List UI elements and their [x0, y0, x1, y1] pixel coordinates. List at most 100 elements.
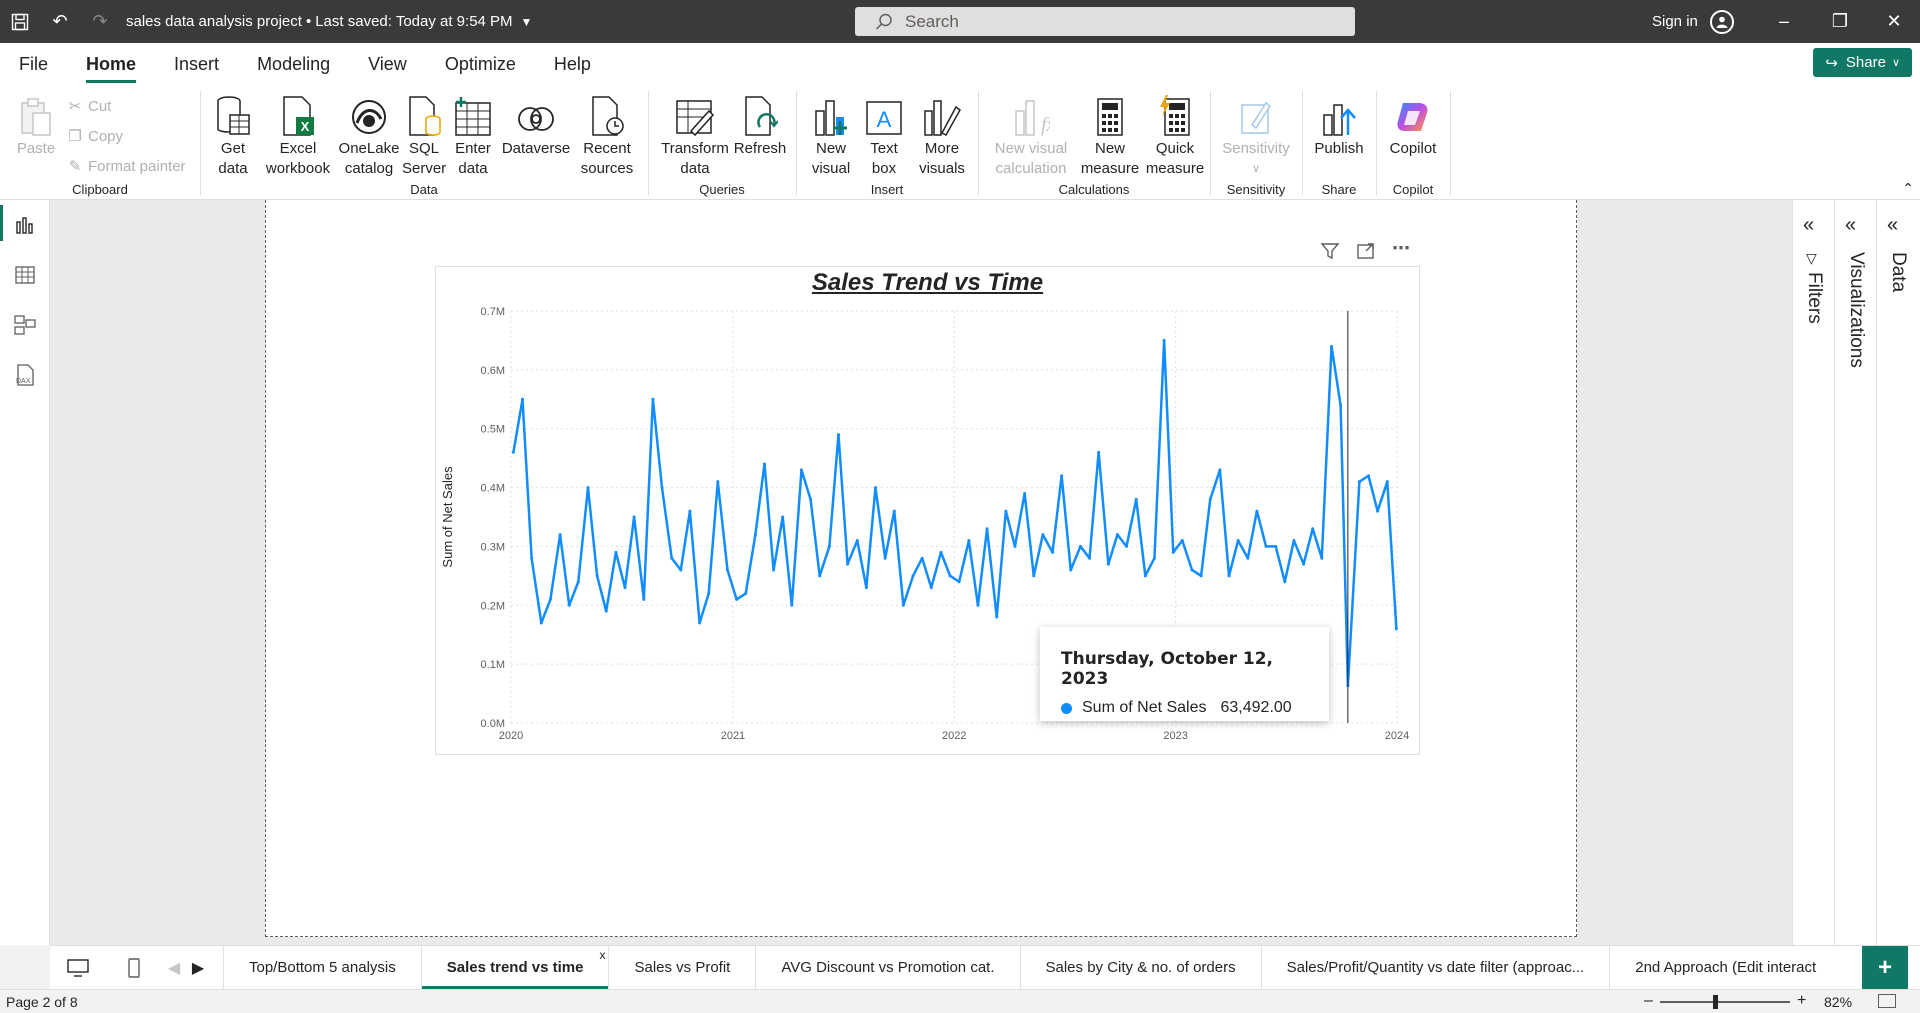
- fit-to-page-icon[interactable]: [1878, 994, 1896, 1008]
- format-painter-button[interactable]: ✎ Format painter: [66, 157, 186, 176]
- copilot-group: Copilot Copilot: [1376, 89, 1450, 199]
- tab-sales-trend[interactable]: Sales trend vs time x: [421, 946, 610, 989]
- recent-sources-button[interactable]: Recent sources: [572, 93, 642, 179]
- data-point: [1357, 480, 1361, 484]
- data-point: [670, 556, 674, 560]
- share-button[interactable]: ↪ Share ∨: [1813, 48, 1912, 77]
- data-point: [725, 568, 729, 572]
- scroll-right-icon[interactable]: ▶: [186, 946, 210, 989]
- focus-mode-icon[interactable]: [1356, 241, 1376, 266]
- data-point: [688, 509, 692, 513]
- data-point: [1088, 556, 1092, 560]
- status-bar: Page 2 of 8 – + 82%: [0, 989, 1920, 1013]
- file-title[interactable]: sales data analysis project: [126, 13, 302, 30]
- scroll-left-icon[interactable]: ◀: [162, 946, 186, 989]
- copilot-button[interactable]: Copilot: [1380, 93, 1446, 159]
- sql-server-button[interactable]: SQL Server: [402, 93, 446, 179]
- sensitivity-button[interactable]: Sensitivity ∨: [1216, 93, 1296, 179]
- close-icon[interactable]: ✕: [1866, 0, 1920, 43]
- side-panes: « ▽ Filters « Visualizations « Data: [1792, 200, 1920, 945]
- data-point: [595, 574, 599, 578]
- data-point: [920, 556, 924, 560]
- desktop-layout-icon[interactable]: [50, 946, 106, 989]
- quick-measure-button[interactable]: Quick measure: [1144, 93, 1206, 179]
- mobile-layout-icon[interactable]: [106, 946, 162, 989]
- tab-sales-vs-profit[interactable]: Sales vs Profit: [609, 946, 757, 989]
- filters-pane[interactable]: « ▽ Filters: [1792, 200, 1832, 945]
- dataverse-button[interactable]: Dataverse: [500, 93, 572, 159]
- menu-optimize[interactable]: Optimize: [426, 43, 535, 85]
- menu-file[interactable]: File: [0, 43, 67, 85]
- collapse-ribbon-icon[interactable]: ⌃: [1902, 180, 1914, 197]
- tab-2nd-approach[interactable]: 2nd Approach (Edit interact: [1610, 946, 1816, 989]
- undo-icon[interactable]: ↶: [40, 0, 80, 43]
- data-point: [864, 586, 868, 590]
- excel-workbook-button[interactable]: X Excel workbook: [262, 93, 334, 179]
- search-input[interactable]: Search: [855, 7, 1355, 36]
- tab-sales-by-city[interactable]: Sales by City & no. of orders: [1021, 946, 1262, 989]
- data-point: [1041, 533, 1045, 537]
- minimize-icon[interactable]: –: [1756, 0, 1812, 43]
- more-options-icon[interactable]: ⋯: [1392, 239, 1410, 266]
- menu-insert[interactable]: Insert: [155, 43, 238, 85]
- new-visual-button[interactable]: New visual: [806, 93, 856, 179]
- copy-button[interactable]: ❐ Copy: [66, 127, 123, 146]
- close-tab-icon[interactable]: x: [599, 948, 605, 962]
- tab-top-bottom-5[interactable]: Top/Bottom 5 analysis: [224, 946, 422, 989]
- new-measure-button[interactable]: New measure: [1078, 93, 1142, 179]
- text-box-button[interactable]: A Text box: [858, 93, 910, 179]
- dax-query-view-icon[interactable]: DAX: [12, 362, 38, 388]
- excel-icon: X: [262, 93, 334, 137]
- transform-data-button[interactable]: Transform data: [660, 93, 730, 179]
- refresh-button[interactable]: Refresh: [732, 93, 788, 159]
- enter-data-button[interactable]: Enter data: [450, 93, 496, 179]
- copilot-label: Copilot: [1389, 140, 1437, 157]
- table-icon: [450, 93, 496, 137]
- add-page-button[interactable]: +: [1862, 946, 1908, 990]
- data-point: [1125, 544, 1129, 548]
- expand-data-icon[interactable]: «: [1887, 214, 1898, 237]
- zoom-slider[interactable]: [1660, 1001, 1790, 1003]
- save-icon[interactable]: [0, 0, 40, 43]
- chevron-down-icon[interactable]: ▼: [521, 15, 533, 29]
- database-icon: [208, 93, 258, 137]
- table-view-icon[interactable]: [12, 262, 38, 288]
- tab-date-filter[interactable]: Sales/Profit/Quantity vs date filter (ap…: [1262, 946, 1611, 989]
- model-view-icon[interactable]: [12, 312, 38, 338]
- menu-view[interactable]: View: [349, 43, 426, 85]
- x-tick-label: 2022: [942, 730, 966, 742]
- zoom-in-button[interactable]: +: [1797, 992, 1806, 1010]
- data-point: [1366, 474, 1370, 478]
- data-point: [1199, 574, 1203, 578]
- menu-help[interactable]: Help: [535, 43, 610, 85]
- data-pane[interactable]: « Data: [1876, 200, 1916, 945]
- menu-home[interactable]: Home: [67, 43, 155, 85]
- expand-filters-icon[interactable]: «: [1803, 214, 1814, 237]
- tab-avg-discount[interactable]: AVG Discount vs Promotion cat.: [756, 946, 1021, 989]
- data-point: [1311, 527, 1315, 531]
- insert-group: New visual A Text box More visuals Inser…: [796, 89, 978, 199]
- visualizations-pane[interactable]: « Visualizations: [1834, 200, 1874, 945]
- restore-icon[interactable]: ❐: [1812, 0, 1868, 43]
- publish-button[interactable]: Publish: [1306, 93, 1372, 159]
- paste-button[interactable]: Paste: [14, 93, 58, 159]
- data-point: [1227, 574, 1231, 578]
- zoom-slider-thumb[interactable]: [1713, 995, 1718, 1009]
- zoom-out-button[interactable]: –: [1644, 992, 1653, 1010]
- data-point: [1051, 550, 1055, 554]
- get-data-button[interactable]: Get data: [208, 93, 258, 179]
- filter-icon[interactable]: [1320, 241, 1340, 266]
- more-visuals-icon: [910, 93, 974, 137]
- report-view-icon[interactable]: [12, 212, 38, 238]
- share-group-label: Share: [1321, 182, 1357, 197]
- data-point: [1023, 491, 1027, 495]
- onelake-catalog-button[interactable]: OneLake catalog: [336, 93, 402, 179]
- data-group: Get data X Excel workbook OneLake catalo…: [200, 89, 648, 199]
- redo-icon[interactable]: ↷: [80, 0, 120, 43]
- more-visuals-button[interactable]: More visuals: [910, 93, 974, 179]
- sign-in-button[interactable]: Sign in: [1652, 0, 1734, 43]
- cut-button[interactable]: ✂ Cut: [66, 97, 112, 116]
- menu-modeling[interactable]: Modeling: [238, 43, 349, 85]
- expand-visualizations-icon[interactable]: «: [1845, 214, 1856, 237]
- new-visual-calculation-button[interactable]: fx New visual calculation: [986, 93, 1076, 179]
